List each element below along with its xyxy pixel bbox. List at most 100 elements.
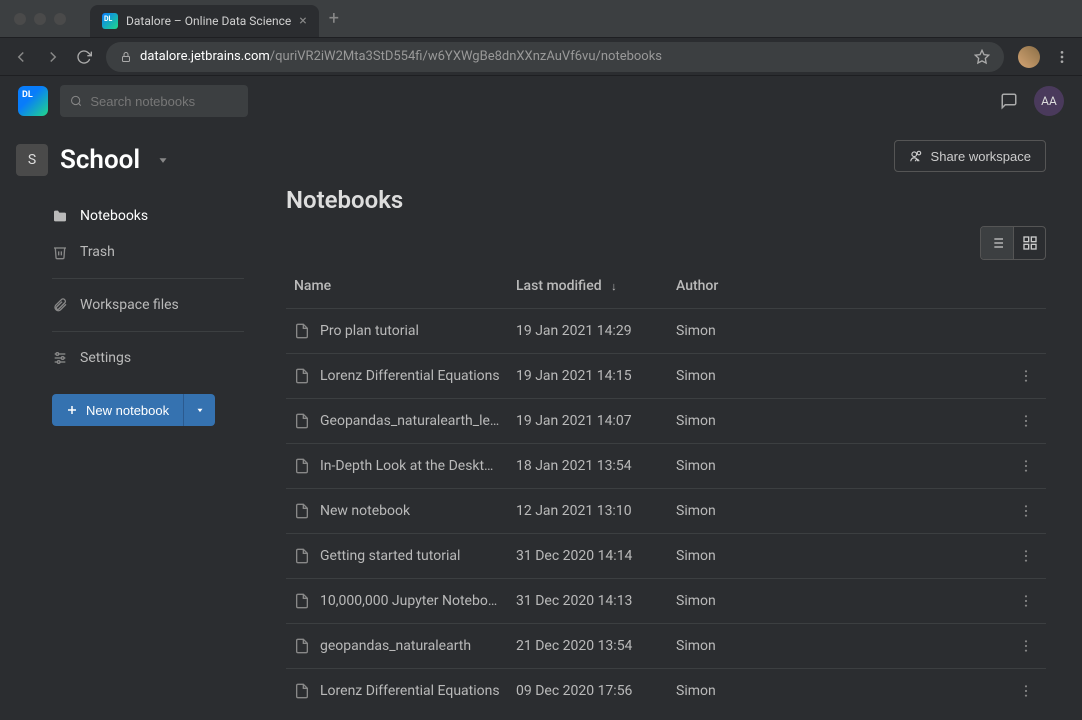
notebook-author: Simon [668,354,1010,399]
sidebar-item-label: Workspace files [80,297,179,313]
table-row[interactable]: Geopandas_naturalearth_lets...19 Jan 202… [286,399,1046,444]
workspace-badge: S [16,144,48,176]
sliders-icon [52,350,68,366]
notebook-icon [294,458,310,474]
table-row[interactable]: New notebook12 Jan 2021 13:10Simon [286,489,1046,534]
share-workspace-button[interactable]: Share workspace [894,140,1046,172]
browser-profile-avatar[interactable] [1018,46,1040,68]
notebook-icon [294,503,310,519]
forward-button[interactable] [44,48,62,66]
workspace-name: School [60,145,140,175]
browser-tab[interactable]: Datalore – Online Data Science × [90,5,319,37]
window-titlebar: Datalore – Online Data Science × + [0,0,1082,38]
notebook-modified: 19 Jan 2021 14:15 [508,354,668,399]
list-view-button[interactable] [981,227,1013,259]
notebook-icon [294,323,310,339]
lock-icon [120,51,132,63]
list-icon [989,235,1005,251]
notebook-name: Lorenz Differential Equations [320,683,500,699]
notebook-name: New notebook [320,503,410,519]
notebook-modified: 19 Jan 2021 14:29 [508,309,668,354]
notebook-author: Simon [668,624,1010,669]
sidebar-item-settings[interactable]: Settings [52,340,244,376]
notebook-icon [294,638,310,654]
notebook-author: Simon [668,669,1010,714]
share-label: Share workspace [931,149,1031,164]
notebook-icon [294,368,310,384]
new-tab-button[interactable]: + [329,8,339,29]
notebook-modified: 12 Jan 2021 13:10 [508,489,668,534]
window-close-icon[interactable] [14,13,26,25]
sidebar-item-notebooks[interactable]: Notebooks [52,198,244,234]
notebook-modified: 09 Dec 2020 17:56 [508,669,668,714]
share-icon [909,149,923,163]
sidebar-item-trash[interactable]: Trash [52,234,244,270]
table-row[interactable]: Pro plan tutorial19 Jan 2021 14:29Simon [286,309,1046,354]
col-author-header[interactable]: Author [668,264,1010,309]
notebook-name: geopandas_naturalearth [320,638,471,654]
notebook-modified: 18 Jan 2021 13:54 [508,444,668,489]
window-maximize-icon[interactable] [54,13,66,25]
back-button[interactable] [12,48,30,66]
row-menu-button[interactable] [1010,489,1046,534]
row-menu-button[interactable] [1010,624,1046,669]
table-row[interactable]: In-Depth Look at the Deskto...18 Jan 202… [286,444,1046,489]
tab-title: Datalore – Online Data Science [126,14,291,28]
workspace-selector[interactable]: S School [16,144,244,176]
url-bar[interactable]: datalore.jetbrains.com/quriVR2iW2Mta3StD… [106,42,1004,72]
notebook-author: Simon [668,399,1010,444]
app-header: AA [0,76,1082,126]
user-avatar[interactable]: AA [1034,86,1064,116]
table-row[interactable]: Lorenz Differential Equations 09 Dec 2020… [286,669,1046,714]
notebook-icon [294,593,310,609]
sort-desc-icon: ↓ [611,280,617,293]
notebook-modified: 31 Dec 2020 14:14 [508,534,668,579]
search-box[interactable] [60,85,248,117]
url-domain: datalore.jetbrains.com [140,49,270,64]
row-menu-button[interactable] [1010,669,1046,714]
more-icon [1018,368,1034,384]
view-toggle [980,226,1046,260]
notebook-icon [294,683,310,699]
row-menu-button[interactable] [1010,399,1046,444]
col-name-header[interactable]: Name [286,264,508,309]
table-row[interactable]: geopandas_naturalearth21 Dec 2020 13:54S… [286,624,1046,669]
browser-menu-icon[interactable] [1054,49,1070,65]
trash-icon [52,244,68,260]
url-path: /quriVR2iW2Mta3StD554fi/w6YXWgBe8dnXXnzA… [270,49,662,64]
row-menu-button[interactable] [1010,579,1046,624]
app-logo-icon[interactable] [18,86,48,116]
sidebar: S School Notebooks Trash Workspace files… [0,126,262,720]
reload-button[interactable] [76,49,92,65]
close-tab-icon[interactable]: × [299,13,306,29]
new-notebook-button[interactable]: New notebook [52,394,183,426]
sidebar-item-label: Settings [80,350,131,366]
grid-view-button[interactable] [1013,227,1045,259]
new-notebook-dropdown[interactable] [183,394,215,426]
content-area: Share workspace Notebooks Name Last modi… [262,126,1082,720]
search-input[interactable] [90,94,238,109]
notebook-name: Getting started tutorial [320,548,460,564]
notifications-icon[interactable] [1000,92,1018,110]
more-icon [1018,413,1034,429]
sidebar-item-workspace-files[interactable]: Workspace files [52,287,244,323]
bookmark-icon[interactable] [974,49,990,65]
notebook-author: Simon [668,534,1010,579]
row-menu-button[interactable] [1010,534,1046,579]
table-row[interactable]: Lorenz Differential Equations 19 Jan 2021… [286,354,1046,399]
notebook-icon [294,413,310,429]
row-menu-button[interactable] [1010,309,1046,354]
notebook-modified: 19 Jan 2021 14:07 [508,399,668,444]
table-row[interactable]: Getting started tutorial 31 Dec 2020 14:1… [286,534,1046,579]
window-minimize-icon[interactable] [34,13,46,25]
row-menu-button[interactable] [1010,354,1046,399]
more-icon [1018,503,1034,519]
more-icon [1018,683,1034,699]
row-menu-button[interactable] [1010,444,1046,489]
notebook-name: Lorenz Differential Equations [320,368,500,384]
col-modified-header[interactable]: Last modified ↓ [508,264,668,309]
table-row[interactable]: 10,000,000 Jupyter Noteboo...31 Dec 2020… [286,579,1046,624]
sidebar-item-label: Notebooks [80,208,148,224]
search-icon [70,94,82,108]
section-title: Notebooks [286,186,1046,214]
